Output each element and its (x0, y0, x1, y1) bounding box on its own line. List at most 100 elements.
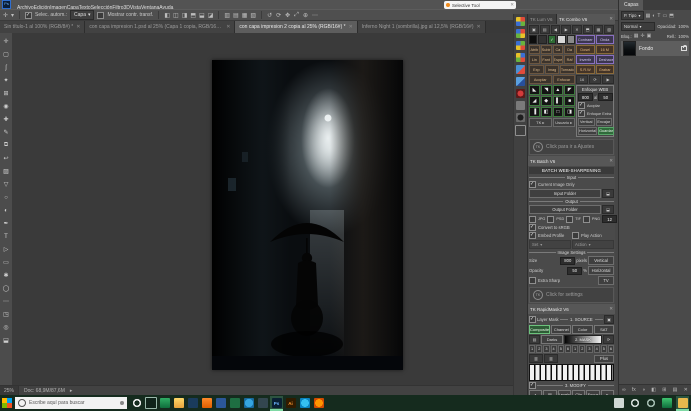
combo-side-button[interactable]: Dosel (576, 45, 595, 54)
combo-action-button[interactable]: Ca (553, 45, 564, 54)
luminosity-mask-thumb[interactable]: ▌ (553, 96, 564, 106)
luminosity-mask-thumb[interactable]: ▲ (553, 85, 564, 95)
tool-button[interactable]: T (1, 230, 12, 243)
combo-action-button[interactable]: Acoplar (529, 75, 552, 84)
ws-extra-checkbox[interactable] (578, 110, 585, 117)
luminosity-mask-thumb[interactable]: □ (553, 107, 564, 117)
3d-mode-icon[interactable]: ⊕ (303, 12, 308, 19)
explorer-icon[interactable] (172, 396, 185, 411)
combo-action-button[interactable]: Fant (541, 55, 552, 64)
tool-button[interactable]: ↩ (1, 152, 12, 165)
source-button[interactable]: Channel (551, 325, 571, 334)
cortana-icon[interactable] (130, 396, 143, 411)
word-icon[interactable] (214, 396, 227, 411)
mask-refresh-icon[interactable]: ⟳ (603, 335, 614, 344)
tool-button[interactable]: ▢ (1, 48, 12, 61)
vertical-button[interactable]: Vertical (588, 256, 614, 265)
luminosity-mask-thumb[interactable]: ◣ (529, 85, 540, 95)
tool-button[interactable]: ▨ (1, 165, 12, 178)
align-icon[interactable]: ◨ (182, 12, 188, 19)
combo-toolbar-icon[interactable]: ▣ (529, 25, 539, 34)
tool-button[interactable]: ◳ (1, 308, 12, 321)
link-layers-icon[interactable]: ∞ (622, 387, 626, 393)
tk-combo-icon[interactable] (516, 41, 525, 50)
tk-record-icon[interactable] (516, 89, 525, 98)
mask-number-button[interactable]: 6 (608, 345, 614, 353)
combo-settings-bar[interactable]: TK Click para ir a Ajustes (529, 139, 614, 155)
mask-number-button[interactable]: 4 (551, 345, 557, 353)
white-brush[interactable] (557, 35, 565, 44)
document-canvas[interactable] (212, 60, 403, 370)
tab-close-icon[interactable]: ✕ (349, 24, 353, 30)
layer-filter-select[interactable]: P. Tipo▾ (621, 11, 644, 20)
mask-number-button[interactable]: 2 (579, 345, 585, 353)
adjustment-layer-icon[interactable]: ◧ (651, 387, 656, 393)
tool-button[interactable]: ✚ (1, 113, 12, 126)
combo-toolbar-icon[interactable]: ⬒ (583, 25, 593, 34)
luminosity-mask-thumb[interactable]: ◤ (564, 85, 575, 95)
tool-button[interactable]: ⊞ (1, 87, 12, 100)
play-action-checkbox[interactable] (572, 232, 579, 239)
3d-mode-icon[interactable]: ✥ (285, 12, 290, 19)
distribute-icon[interactable]: ▦ (242, 12, 248, 19)
tool-button[interactable]: ▽ (1, 178, 12, 191)
output-folder-icon[interactable]: ⬓ (602, 205, 614, 214)
source-side-icon[interactable]: ▣ (604, 315, 614, 324)
align-icon[interactable]: ⬓ (199, 12, 205, 19)
luminosity-mask-thumb[interactable]: ■ (564, 96, 575, 106)
tk-halfmoon-icon[interactable] (516, 113, 525, 122)
format-option[interactable]: TIF (566, 216, 581, 223)
tool-button[interactable]: ⧉ (1, 139, 12, 152)
combo-toolbar-icon[interactable]: ▶ (561, 25, 571, 34)
excel-icon[interactable] (228, 396, 241, 411)
mask-number-button[interactable]: 6 (565, 345, 571, 353)
combo-action-button[interactable]: Ráf (564, 55, 575, 64)
darks-button[interactable]: Darks (541, 335, 563, 344)
store-icon[interactable] (186, 396, 199, 411)
combo-action-button[interactable]: Lin (529, 55, 540, 64)
horizontal-button[interactable]: Horizontal (588, 266, 614, 275)
combo-side-button[interactable]: 16 M (596, 45, 615, 54)
selective-tool-chip[interactable]: Selective Tool ✕ (444, 1, 516, 9)
combo-action-button[interactable]: Subir (541, 45, 552, 54)
tool-button[interactable]: ◯ (1, 282, 12, 295)
combo-action-button[interactable]: Imag (545, 65, 560, 74)
edge-icon[interactable] (298, 396, 311, 411)
jpg-quality-field[interactable]: 12 (602, 215, 617, 223)
input-folder-icon[interactable]: ⬓ (602, 189, 614, 198)
mask-number-button[interactable]: 5 (601, 345, 607, 353)
tool-preset-caret-icon[interactable]: ▾ (11, 12, 14, 19)
close-icon[interactable]: ✕ (609, 158, 613, 164)
blend-mode-select[interactable]: Normal▾ (621, 22, 655, 31)
document-tab[interactable]: con capa impresion 2 copia al 25% (RGB/1… (235, 21, 357, 33)
combo-side-button[interactable]: Grabar (596, 65, 615, 74)
ws-opacity-field[interactable]: 50 (598, 93, 613, 101)
mask-mode-icon[interactable]: ▤ (529, 335, 540, 344)
tk-rapidmask-icon[interactable] (516, 77, 525, 86)
tool-button[interactable]: ✦ (1, 74, 12, 87)
layer-filter-icon[interactable]: ▭ (662, 13, 667, 19)
align-icon[interactable]: ◫ (173, 12, 179, 19)
3d-mode-icon[interactable]: ↺ (267, 12, 272, 19)
align-icon[interactable]: ⬒ (190, 12, 196, 19)
document-tab[interactable]: Inferno Night 1 (sombrilla).jpg al 12,5%… (358, 21, 486, 33)
combo-action-button[interactable]: Exp (529, 65, 544, 74)
ws-horizontal-button[interactable]: Horizontal (578, 127, 597, 135)
combo-action-button[interactable]: Enfocar (553, 75, 576, 84)
ws-flatten-checkbox[interactable] (578, 102, 585, 109)
tab-tk-rapidmask[interactable]: TK RapidMask2 V6 ✕ (528, 304, 615, 314)
tool-button[interactable]: ⋯ (1, 295, 12, 308)
combo-toolbar-icon[interactable]: ◀ (551, 25, 561, 34)
black-brush[interactable] (529, 35, 537, 44)
srgb-checkbox[interactable] (529, 224, 536, 231)
layer-filter-icon[interactable]: ◐ (652, 13, 655, 19)
mask-spectrum-strip[interactable]: 2. MASK (564, 335, 602, 344)
combo-side-button[interactable]: S.R.W (576, 65, 595, 74)
align-icon[interactable]: ◧ (164, 12, 170, 19)
layer-filter-icon[interactable]: T (657, 13, 660, 19)
tab-layers[interactable]: Capas (619, 0, 643, 10)
action-name-select[interactable]: Action▾ (572, 240, 614, 249)
close-icon[interactable]: ✕ (609, 306, 613, 312)
taskview-icon[interactable] (144, 396, 157, 411)
combo-side-button[interactable]: ✓ Deshacer (596, 55, 615, 64)
